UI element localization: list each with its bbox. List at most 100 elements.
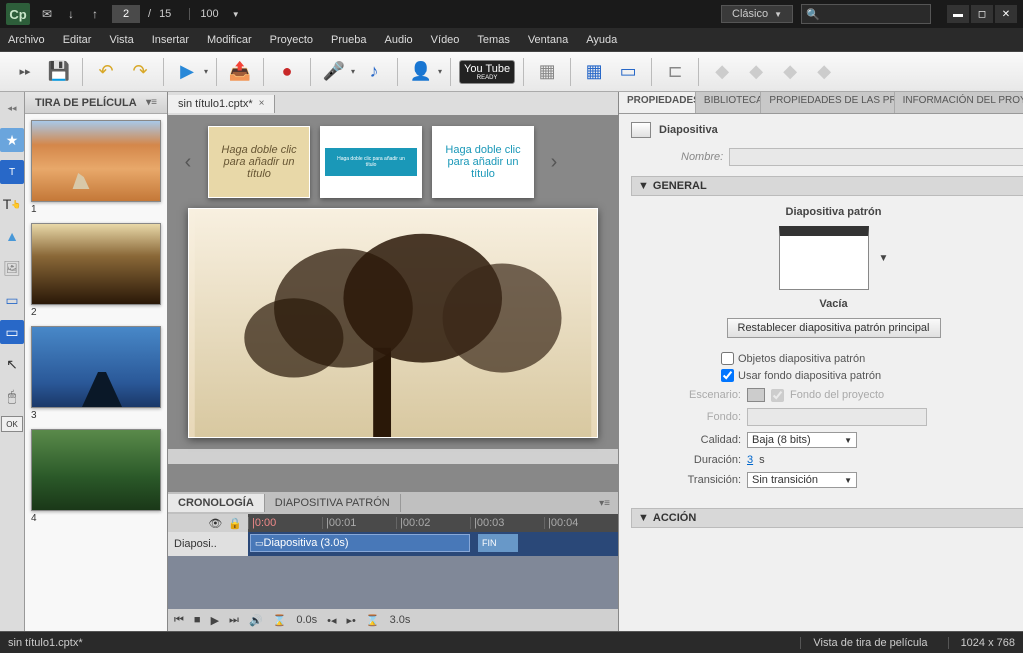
timeline-menu-icon[interactable]: ▾≡ (599, 498, 618, 509)
eye-icon[interactable]: 👁 (208, 517, 222, 530)
pointer-tool[interactable]: ↖ (0, 352, 24, 376)
tab-library[interactable]: BIBLIOTECA (696, 92, 761, 113)
expand-button[interactable]: ▸▸ (10, 57, 40, 87)
chk-master-objects[interactable]: Objetos diapositiva patrón (721, 352, 1023, 365)
layer1-icon[interactable]: ◆ (707, 57, 737, 87)
menu-editar[interactable]: Editar (63, 34, 92, 46)
properties-panel: PROPIEDADES BIBLIOTECA PROPIEDADES DE LA… (618, 92, 1023, 631)
mail-icon[interactable]: ✉ (38, 5, 56, 23)
menu-ayuda[interactable]: Ayuda (586, 34, 617, 46)
slides-button[interactable]: ▦ (532, 57, 562, 87)
template-1[interactable]: Haga doble clic para añadir un título (208, 126, 310, 198)
section-header[interactable]: ▼ ACCIÓN (631, 508, 1023, 528)
actor-button[interactable]: 👤 (406, 57, 436, 87)
track-body[interactable]: ▭ Diapositiva (3.0s) FIN (248, 532, 618, 556)
minimize-button[interactable]: ▬ (947, 5, 969, 23)
menu-temas[interactable]: Temas (477, 34, 509, 46)
stop-button[interactable]: ■ (194, 614, 201, 626)
youtube-button[interactable]: You Tube READY (459, 60, 515, 84)
highlight-tool[interactable]: ▭ (0, 288, 24, 312)
tab-close-icon[interactable]: × (259, 98, 265, 109)
layer3-icon[interactable]: ◆ (775, 57, 805, 87)
checkbox[interactable] (721, 352, 734, 365)
menu-ventana[interactable]: Ventana (528, 34, 568, 46)
snap-button[interactable]: ⊏ (660, 57, 690, 87)
download-icon[interactable]: ↓ (62, 5, 80, 23)
next-marker[interactable]: ▸• (347, 614, 356, 627)
master-select[interactable]: ▼ (779, 226, 889, 290)
tab-properties[interactable]: PROPIEDADES (619, 92, 696, 113)
tab-project-info[interactable]: INFORMACIÓN DEL PROYEC (895, 92, 1023, 113)
ok-button-tool[interactable]: OK (1, 416, 23, 432)
carousel-next[interactable]: › (544, 132, 564, 192)
template-3[interactable]: Haga doble clic para añadir un título (432, 126, 534, 198)
image-tool[interactable]: ▲ (0, 224, 24, 248)
grid-button[interactable]: ▦ (579, 57, 609, 87)
chk-master-bg[interactable]: Usar fondo diapositiva patrón (721, 369, 1023, 382)
layer4-icon[interactable]: ◆ (809, 57, 839, 87)
zoom-dropdown-icon[interactable]: ▼ (227, 5, 245, 23)
main-slide-preview[interactable] (188, 208, 598, 438)
picture-tool[interactable]: 🖼 (0, 256, 24, 280)
slide-tool[interactable]: ▭ (0, 320, 24, 344)
lock-icon[interactable]: 🔒 (228, 517, 242, 530)
quality-dropdown[interactable]: Baja (8 bits)▼ (747, 432, 857, 448)
mic-button[interactable]: 🎤 (319, 57, 349, 87)
publish-button[interactable]: 📤 (225, 57, 255, 87)
play-button[interactable]: ▶ (172, 57, 202, 87)
star-tool[interactable]: ★ (0, 128, 24, 152)
save-button[interactable]: 💾 (44, 57, 74, 87)
menu-audio[interactable]: Audio (385, 34, 413, 46)
upload-icon[interactable]: ↑ (86, 5, 104, 23)
click-tool[interactable]: 🖱 (0, 384, 24, 408)
track-label[interactable]: Diaposi.. (168, 532, 248, 556)
panel-menu-icon[interactable]: ▾≡ (146, 97, 157, 108)
reset-master-button[interactable]: Restablecer diapositiva patrón principal (727, 318, 941, 338)
prev-marker[interactable]: •◂ (327, 614, 336, 627)
forward-button[interactable]: ⏭ (229, 614, 239, 627)
menu-proyecto[interactable]: Proyecto (270, 34, 313, 46)
close-button[interactable]: ✕ (995, 5, 1017, 23)
section-header[interactable]: ▼ GENERAL (631, 176, 1023, 196)
tab-master-slide[interactable]: DIAPOSITIVA PATRÓN (265, 494, 401, 512)
audio-icon[interactable]: 🔊 (249, 614, 263, 627)
slide-thumb-1[interactable]: 1 (31, 120, 161, 215)
window-button[interactable]: ▭ (613, 57, 643, 87)
text-entry-tool[interactable]: T👆 (0, 192, 24, 216)
menu-vista[interactable]: Vista (109, 34, 133, 46)
carousel-prev[interactable]: ‹ (178, 132, 198, 192)
music-button[interactable]: ♪ (359, 57, 389, 87)
workspace-dropdown[interactable]: Clásico ▼ (721, 5, 793, 23)
menu-archivo[interactable]: Archivo (8, 34, 45, 46)
undo-button[interactable]: ↶ (91, 57, 121, 87)
menu-insertar[interactable]: Insertar (152, 34, 189, 46)
menu-prueba[interactable]: Prueba (331, 34, 366, 46)
play-button[interactable]: ▶ (211, 614, 219, 627)
transition-dropdown[interactable]: Sin transición▼ (747, 472, 857, 488)
collapse-icon[interactable]: ◂◂ (0, 96, 24, 120)
slide-thumb-4[interactable]: 4 (31, 429, 161, 524)
slide-thumb-3[interactable]: 3 (31, 326, 161, 421)
name-input[interactable] (729, 148, 1023, 166)
maximize-button[interactable]: ◻ (971, 5, 993, 23)
tab-timeline[interactable]: CRONOLOGÍA (168, 494, 265, 512)
template-2[interactable]: Haga doble clic para añadir un título (320, 126, 422, 198)
layer2-icon[interactable]: ◆ (741, 57, 771, 87)
page-input[interactable] (112, 5, 140, 23)
search-box[interactable]: 🔍 (801, 4, 931, 24)
tab-quiz-properties[interactable]: PROPIEDADES DE LAS PRUE (761, 92, 894, 113)
checkbox[interactable] (721, 369, 734, 382)
ruler-tick: |00:01 (322, 517, 396, 529)
timeline-clip[interactable]: ▭ Diapositiva (3.0s) (250, 534, 470, 552)
redo-button[interactable]: ↷ (125, 57, 155, 87)
text-caption-tool[interactable]: T (0, 160, 24, 184)
slide-thumb-2[interactable]: 2 (31, 223, 161, 318)
horizontal-scrollbar[interactable] (168, 448, 618, 464)
document-tab[interactable]: sin título1.cptx* × (168, 95, 275, 113)
record-button[interactable]: ● (272, 57, 302, 87)
duration-value[interactable]: 3 (747, 454, 753, 466)
rewind-button[interactable]: ⏮ (174, 614, 184, 627)
menu-modificar[interactable]: Modificar (207, 34, 252, 46)
duration-row: Duración: 3 s (641, 454, 1023, 466)
menu-video[interactable]: Vídeo (431, 34, 460, 46)
